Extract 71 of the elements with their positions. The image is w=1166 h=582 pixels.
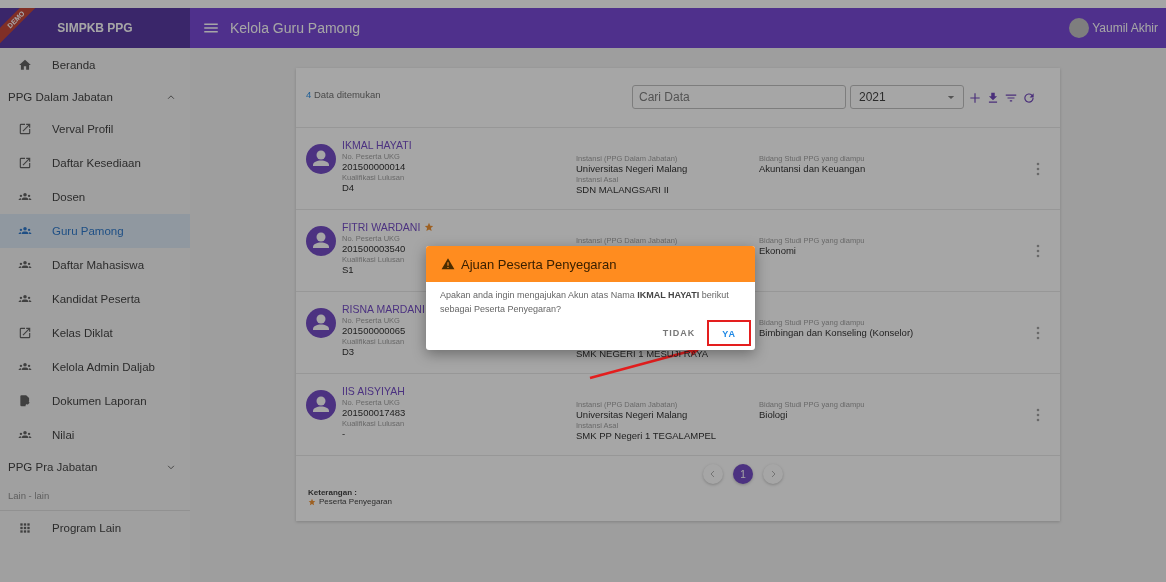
field-value: Universitas Negeri Malang — [576, 409, 688, 421]
dropdown-icon — [947, 94, 955, 100]
cancel-button[interactable]: TIDAK — [658, 326, 700, 340]
person-name[interactable]: IKMAL HAYATI — [342, 139, 412, 151]
field-value: SMK PP Negeri 1 TEGALAMPEL — [576, 430, 717, 442]
app-title: SIMPKB PPG — [57, 21, 133, 35]
confirm-button[interactable]: YA — [712, 325, 746, 343]
field-value: D4 — [342, 182, 355, 194]
refresh-icon[interactable] — [1022, 91, 1036, 105]
star-icon — [308, 497, 316, 506]
sidebar-item[interactable]: Kelas Diklat — [0, 316, 190, 350]
user-name[interactable]: Yaumil Akhir — [1092, 21, 1158, 35]
page-title: Kelola Guru Pamong — [230, 20, 360, 36]
field-value: Biologi — [759, 409, 788, 421]
sidebar-item[interactable]: Dosen — [0, 180, 190, 214]
result-count: 4 Data ditemukan — [306, 89, 381, 100]
search-field[interactable]: Cari Data — [632, 85, 846, 109]
dialog-message: Apakan anda ingin mengajukan Akun atas Nama IKMAL HAYATI berikut sebagai Peserta Penyegaran? — [439, 289, 730, 316]
field-value: D3 — [342, 346, 355, 358]
more-icon[interactable] — [1036, 408, 1040, 422]
person-avatar-icon — [306, 390, 336, 420]
field-value: SMK NEGERI 1 MESUJI RAYA — [576, 348, 709, 360]
more-icon[interactable] — [1036, 244, 1040, 258]
field-value: SDN MALANGSARI II — [576, 184, 669, 196]
field-value: Universitas Negeri Malang — [576, 163, 688, 175]
field-value: - — [342, 428, 346, 440]
grid-icon — [18, 521, 32, 535]
document-icon — [18, 394, 32, 408]
sidebar-item[interactable]: Kandidat Peserta — [0, 282, 190, 316]
person-name[interactable]: RISNA MARDANI — [342, 303, 425, 315]
add-icon[interactable] — [968, 91, 982, 105]
person-name[interactable]: IIS AISYIYAH — [342, 385, 405, 397]
sidebar-item[interactable]: Dokumen Laporan — [0, 384, 190, 418]
legend-text: Peserta Penyegaran — [319, 497, 392, 506]
person-avatar-icon — [306, 144, 336, 174]
field-value: S1 — [342, 264, 354, 276]
field-value: Ekonomi — [759, 245, 796, 257]
sidebar-group[interactable]: PPG Dalam Jabatan — [0, 82, 190, 112]
external-link-icon — [18, 122, 32, 136]
more-icon[interactable] — [1036, 326, 1040, 340]
sidebar-item[interactable]: Kelola Admin Daljab — [0, 350, 190, 384]
year-select[interactable]: 2021 — [850, 85, 964, 109]
field-value: 201500017483 — [342, 407, 406, 419]
download-icon[interactable] — [986, 91, 1000, 105]
home-icon — [18, 58, 32, 72]
field-value: 201500000065 — [342, 325, 406, 337]
previous-page-button[interactable] — [703, 464, 723, 484]
next-page-button[interactable] — [763, 464, 783, 484]
sidebar-group[interactable]: PPG Pra Jabatan — [0, 452, 190, 482]
sidebar-item[interactable]: Verval Profil — [0, 112, 190, 146]
sidebar-item[interactable]: Program Lain — [0, 511, 190, 545]
avatar-icon[interactable] — [1069, 18, 1090, 38]
external-link-icon — [18, 326, 32, 340]
warning-icon — [441, 257, 455, 271]
more-icon[interactable] — [1036, 162, 1040, 176]
legend-title: Keterangan : — [308, 488, 358, 497]
page-button[interactable]: 1 — [733, 464, 753, 484]
person-avatar-icon — [306, 308, 336, 338]
sidebar-item[interactable]: Beranda — [0, 48, 190, 82]
sidebar-item[interactable]: Daftar Mahasiswa — [0, 248, 190, 282]
field-value: 201500003540 — [342, 243, 406, 255]
field-value: 201500000014 — [342, 161, 406, 173]
person-avatar-icon — [306, 226, 336, 256]
person-name[interactable]: FITRI WARDANI — [342, 221, 421, 233]
field-value: Bimbingan dan Konseling (Konselor) — [759, 327, 914, 339]
sidebar-item[interactable]: Guru Pamong — [0, 214, 190, 248]
sidebar-item[interactable]: Nilai — [0, 418, 190, 452]
sidebar-item[interactable]: Daftar Kesediaan — [0, 146, 190, 180]
field-value: Akuntansi dan Keuangan — [759, 163, 866, 175]
external-link-icon — [18, 156, 32, 170]
dialog-title: Ajuan Peserta Penyegaran — [461, 256, 617, 272]
